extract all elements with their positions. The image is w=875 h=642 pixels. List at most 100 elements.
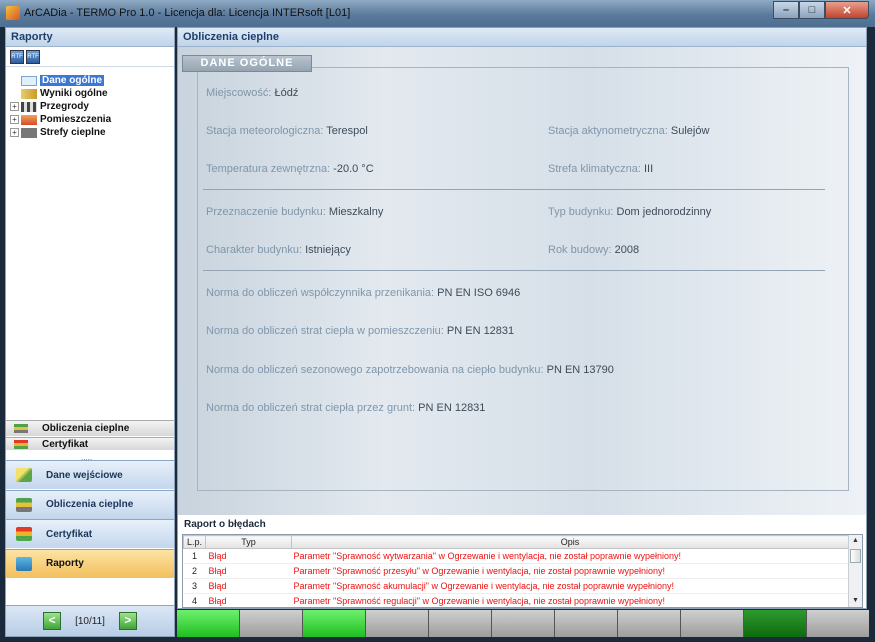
field-value: -20.0 °C: [333, 163, 374, 175]
cell-opis: Parametr "Sprawność wytwarzania" w Ogrze…: [291, 548, 849, 564]
field-rok-budowy: Rok budowy: 2008: [548, 244, 639, 256]
scroll-down-arrow[interactable]: ▼: [849, 595, 862, 607]
window-controls: – □ ✕: [773, 1, 869, 19]
field-value: PN EN ISO 6946: [437, 287, 521, 299]
report-scrollbar[interactable]: ▲ ▼: [848, 535, 862, 607]
field-value: PN EN 13790: [546, 364, 614, 376]
tree-item-label: Strefy cieplne: [40, 127, 106, 138]
wyniki-icon: [21, 88, 37, 99]
nav-certyfikat[interactable]: Certyfikat: [6, 519, 174, 548]
status-segment: [618, 610, 680, 637]
cell-typ: Błąd: [205, 548, 292, 564]
maximize-button[interactable]: □: [799, 1, 825, 19]
prev-page-button[interactable]: <: [43, 612, 62, 630]
nav-raporty[interactable]: Raporty: [6, 548, 174, 578]
nav-obliczenia-cieplne[interactable]: Obliczenia cieplne: [6, 489, 174, 519]
error-report-title: Raport o błędach: [184, 519, 266, 530]
cell-lp: 3: [183, 578, 206, 594]
status-segment: [366, 610, 428, 637]
nav-label: Certyfikat: [46, 528, 93, 540]
error-row[interactable]: 4 Błąd Parametr "Sprawność regulacji" w Og…: [183, 593, 849, 607]
next-page-button[interactable]: >: [118, 612, 137, 630]
status-segment: [303, 610, 365, 637]
obliczenia-icon: [14, 424, 28, 433]
field-label: Strefa klimatyczna:: [548, 163, 644, 175]
section-certyfikat[interactable]: Certyfikat: [6, 437, 174, 450]
status-segment: [807, 610, 869, 637]
tree-item[interactable]: + Strefy cieplne: [10, 126, 170, 139]
report-tree: Dane ogólne Wyniki ogólne + Przegrody + Pomie…: [6, 72, 174, 420]
field-value: Terespol: [326, 125, 368, 137]
tree-item[interactable]: Wyniki ogólne: [10, 87, 170, 100]
cell-typ: Błąd: [205, 593, 292, 607]
separator: [203, 189, 825, 190]
column-header-typ[interactable]: Typ: [205, 535, 292, 549]
field-label: Przeznaczenie budynku:: [206, 206, 329, 218]
tree-item[interactable]: + Pomieszczenia: [10, 113, 170, 126]
section-obliczenia-cieplne[interactable]: Obliczenia cieplne: [6, 420, 174, 436]
tree-item[interactable]: Dane ogólne: [10, 74, 170, 87]
section-label: Certyfikat: [42, 438, 89, 450]
field-label: Norma do obliczeń strat ciepła w pomiesz…: [206, 325, 447, 337]
field-label: Temperatura zewnętrzna:: [206, 163, 334, 175]
przegrody-icon: [21, 101, 37, 112]
field-norma-przenikania: Norma do obliczeń współczynnika przenika…: [206, 287, 520, 299]
field-value: 2008: [614, 244, 640, 256]
field-value: Dom jednorodzinny: [616, 206, 712, 218]
strefy-icon: [21, 127, 37, 138]
left-panel: Raporty RTF RTF Dane ogólne Wyniki ogólne…: [5, 27, 175, 637]
cell-lp: 4: [183, 593, 206, 607]
scroll-up-arrow[interactable]: ▲: [849, 535, 862, 547]
rtf-export-icon[interactable]: RTF: [10, 49, 24, 64]
error-report-list[interactable]: L.p. Typ Opis 1 Błąd Parametr "Sprawność w…: [182, 534, 863, 608]
minimize-button[interactable]: –: [773, 1, 799, 19]
rtf-export-all-icon[interactable]: RTF: [26, 49, 40, 64]
tree-item-label: Pomieszczenia: [40, 114, 112, 125]
error-row[interactable]: 2 Błąd Parametr "Sprawność przesyłu" w Ogr…: [183, 563, 849, 579]
status-segment: [555, 610, 617, 637]
field-stacja-aktynometryczna: Stacja aktynometryczna: Sulejów: [548, 125, 709, 137]
tree-item[interactable]: + Przegrody: [10, 100, 170, 113]
field-value: PN EN 12831: [418, 402, 486, 414]
status-segment: [177, 610, 239, 637]
expand-icon[interactable]: +: [10, 115, 19, 124]
column-header-opis[interactable]: Opis: [291, 535, 849, 549]
field-label: Typ budynku:: [548, 206, 617, 218]
field-label: Norma do obliczeń sezonowego zapotrzebow…: [206, 364, 547, 376]
column-header-lp[interactable]: L.p.: [183, 535, 206, 549]
tab-dane-ogolne[interactable]: DANE OGÓLNE: [182, 55, 312, 72]
field-label: Miejscowość:: [206, 87, 275, 99]
field-norma-strat-pomieszczenie: Norma do obliczeń strat ciepła w pomiesz…: [206, 325, 514, 337]
field-label: Norma do obliczeń współczynnika przenika…: [206, 287, 438, 299]
field-label: Norma do obliczeń strat ciepła przez gru…: [206, 402, 419, 414]
status-segment: [240, 610, 302, 637]
status-segment: [429, 610, 491, 637]
expand-icon[interactable]: +: [10, 102, 19, 111]
nav-label: Obliczenia cieplne: [46, 499, 134, 510]
obliczenia-icon: [16, 497, 32, 512]
field-norma-grunt: Norma do obliczeń strat ciepła przez gru…: [206, 402, 485, 414]
field-value: Istniejący: [305, 244, 351, 256]
field-typ-budynku: Typ budynku: Dom jednorodzinny: [548, 206, 711, 218]
expand-icon[interactable]: +: [10, 128, 19, 137]
field-przeznaczenie: Przeznaczenie budynku: Mieszkalny: [206, 206, 383, 218]
error-row[interactable]: 3 Błąd Parametr "Sprawność akumulacji" w O…: [183, 578, 849, 594]
nav-label: Dane wejściowe: [46, 469, 123, 481]
page-indicator: [10/11]: [75, 615, 105, 627]
nav-dane-wejsciowe[interactable]: Dane wejściowe: [6, 460, 174, 489]
dane-ogolne-view: DANE OGÓLNE Miejscowość: Łódź Stacja met…: [178, 47, 866, 515]
error-row[interactable]: 1 Błąd Parametr "Sprawność wytwarzania" w …: [183, 548, 849, 564]
field-norma-sezonowego: Norma do obliczeń sezonowego zapotrzebow…: [206, 364, 614, 376]
status-segment: [492, 610, 554, 637]
certyfikat-icon: [14, 439, 28, 449]
field-value: Łódź: [274, 87, 299, 99]
window-title: ArCADia - TERMO Pro 1.0 - Licencja dla: …: [24, 7, 351, 19]
field-temperatura: Temperatura zewnętrzna: -20.0 °C: [206, 163, 374, 175]
close-button[interactable]: ✕: [825, 1, 869, 19]
cell-typ: Błąd: [205, 578, 292, 594]
field-value: III: [643, 163, 654, 175]
scroll-thumb[interactable]: [850, 549, 861, 563]
raporty-icon: [16, 556, 32, 571]
pomieszczenia-icon: [21, 114, 37, 125]
title-bar: ArCADia - TERMO Pro 1.0 - Licencja dla: …: [0, 0, 875, 27]
